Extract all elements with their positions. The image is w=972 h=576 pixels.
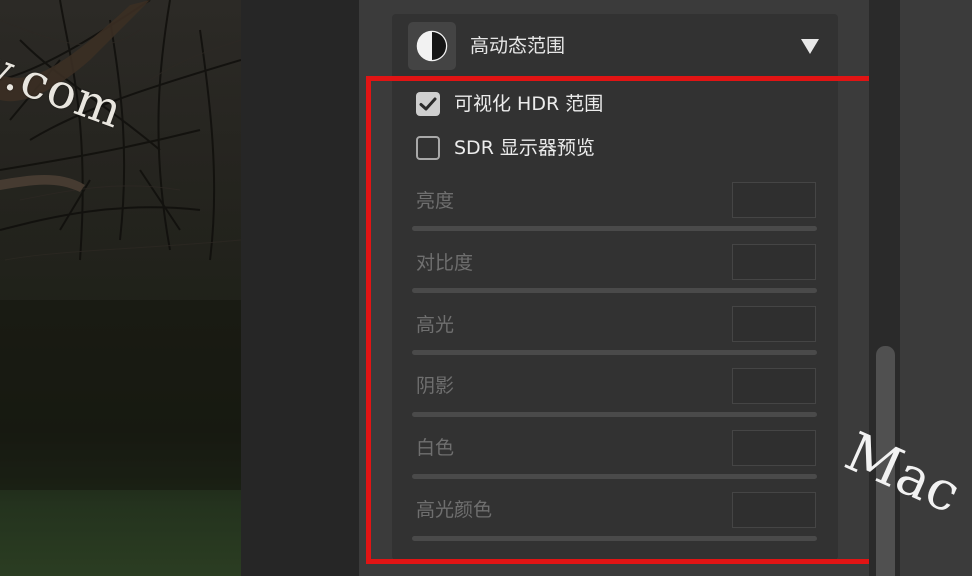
section-title: 高动态范围 [470, 35, 566, 57]
triangle-down-icon[interactable] [801, 39, 819, 54]
hdr-section-header[interactable] [392, 14, 838, 78]
hdr-section-icon-button[interactable] [408, 22, 456, 70]
panel-gutter [241, 0, 359, 576]
red-highlight-box [366, 76, 880, 564]
half-circle-contrast-icon [416, 30, 448, 62]
photo-preview: v.com [0, 0, 241, 576]
